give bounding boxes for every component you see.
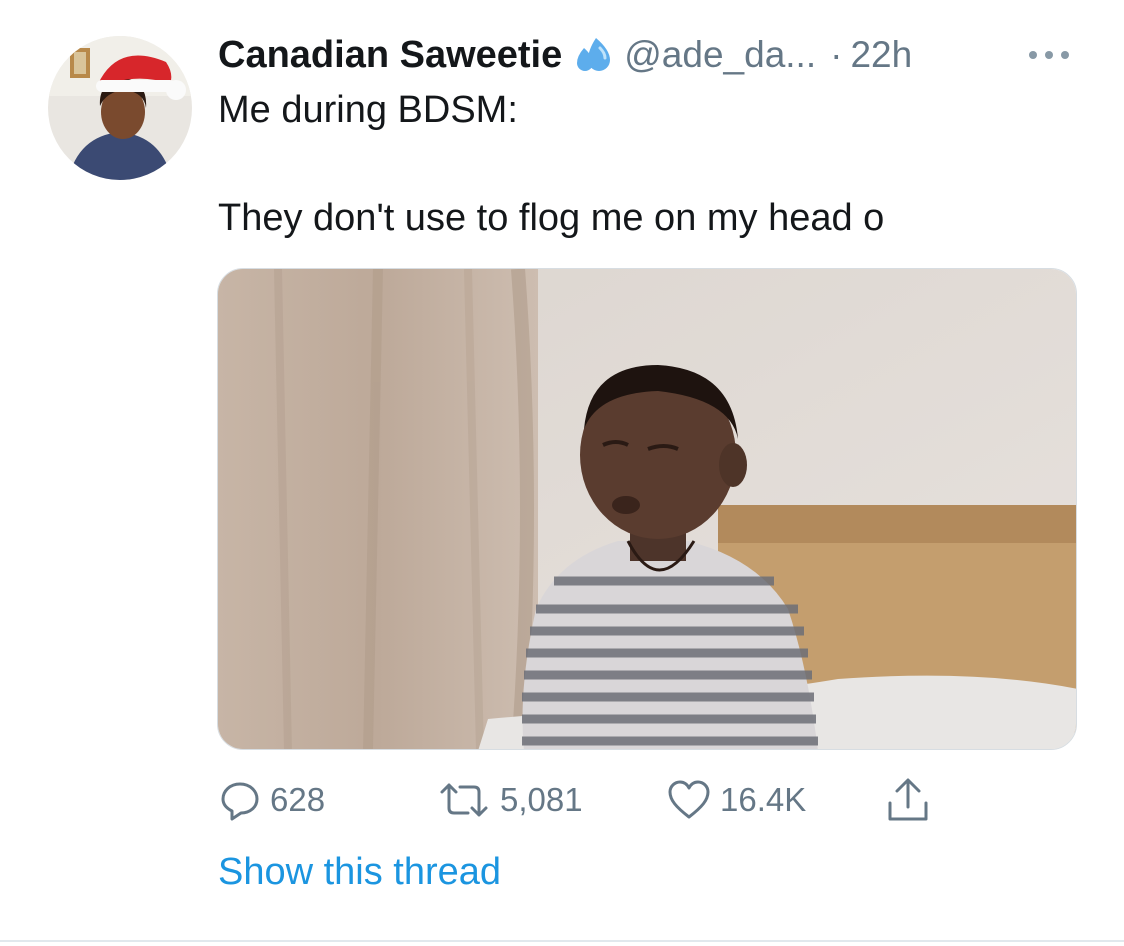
reply-icon (221, 782, 259, 821)
share-button[interactable] (884, 770, 932, 830)
like-count: 16.4K (720, 781, 807, 818)
like-button[interactable]: 16.4K (666, 770, 806, 830)
media-image (218, 269, 1076, 749)
divider (0, 940, 1124, 942)
avatar[interactable] (48, 36, 192, 180)
display-name[interactable]: Canadian Saweetie (218, 34, 562, 77)
share-icon (888, 778, 928, 821)
retweet-count: 5,081 (500, 781, 583, 818)
retweet-button[interactable]: 5,081 (436, 770, 583, 830)
tweet-media[interactable] (217, 268, 1077, 750)
header-separator: · (830, 34, 843, 75)
reply-count: 628 (270, 781, 326, 818)
timestamp[interactable]: 22h (850, 34, 912, 76)
reply-button[interactable]: 628 (218, 770, 325, 830)
heart-icon (668, 780, 710, 819)
retweet-icon (440, 783, 488, 817)
tweet[interactable]: Canadian Saweetie @ade_da... · 22h Me du… (0, 0, 1124, 942)
more-options-icon[interactable] (1024, 40, 1074, 70)
handle[interactable]: @ade_da... (624, 34, 816, 76)
avatar-image (48, 36, 192, 180)
sweat-droplets-icon (572, 34, 614, 76)
tweet-text-line-2: They don't use to flog me on my head o (218, 197, 885, 239)
tweet-text-line-1: Me during BDSM: (218, 89, 518, 131)
tweet-header: Canadian Saweetie @ade_da... · 22h (218, 30, 912, 80)
show-thread-link[interactable]: Show this thread (218, 846, 501, 898)
